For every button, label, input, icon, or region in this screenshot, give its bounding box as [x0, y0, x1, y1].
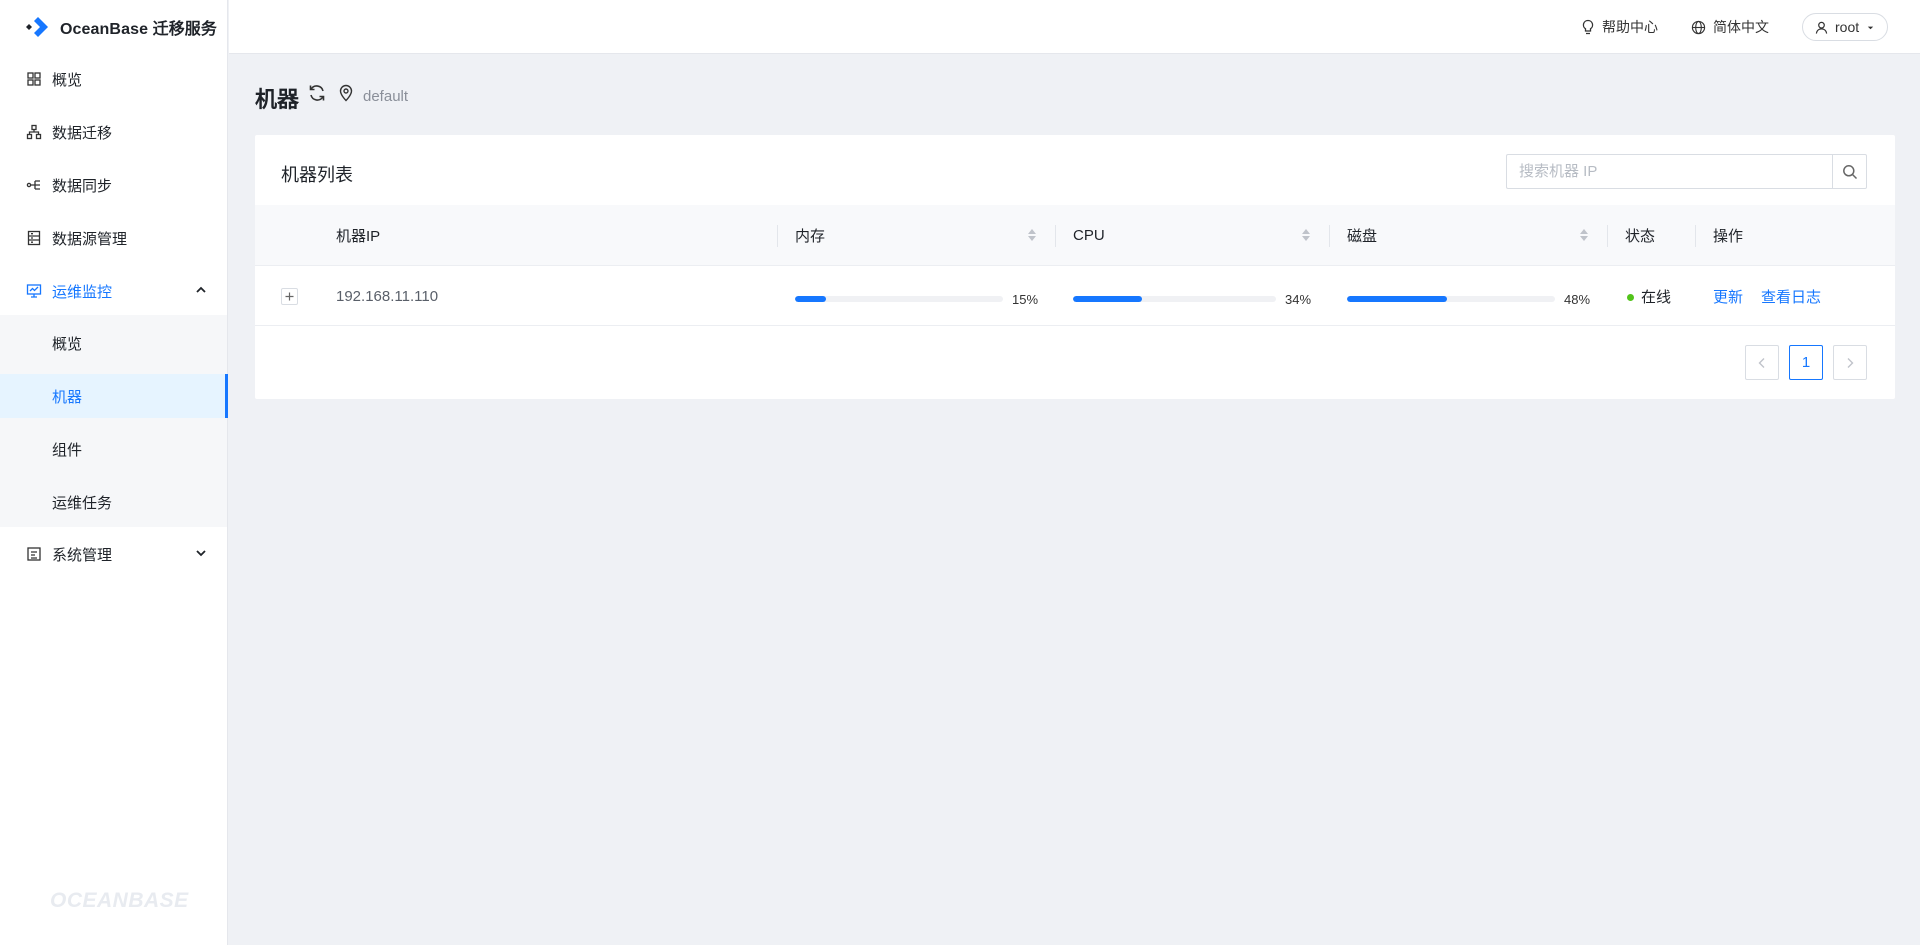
table-row: 192.168.11.110 15% 34% 48% 在线 更新 查看日志	[255, 267, 1895, 326]
sort-memory-icon[interactable]	[1027, 227, 1037, 243]
user-menu[interactable]: root	[1802, 13, 1889, 41]
sidebar-item-label: 概览	[52, 71, 83, 89]
submenu-item-machines[interactable]: 机器	[0, 374, 228, 418]
column-header-memory: 内存	[795, 228, 826, 245]
search-button[interactable]	[1832, 154, 1867, 189]
machine-ip: 192.168.11.110	[336, 288, 439, 305]
brand-watermark: OCEANBASE	[50, 889, 189, 912]
submenu-item-label: 概览	[52, 335, 83, 353]
status-label: 在线	[1641, 289, 1672, 306]
column-header-ip: 机器IP	[336, 228, 381, 245]
help-center-label: 帮助中心	[1602, 19, 1658, 35]
oceanbase-logo-icon	[26, 17, 48, 37]
column-header-status: 状态	[1625, 228, 1656, 245]
sort-disk-icon[interactable]	[1579, 227, 1589, 243]
submenu-item-ops-tasks[interactable]: 运维任务	[0, 480, 228, 524]
database-icon	[27, 230, 41, 246]
column-header-disk: 磁盘	[1347, 228, 1378, 245]
chevron-up-icon	[196, 286, 206, 293]
status-online-dot	[1627, 294, 1634, 301]
dashboard-icon	[27, 72, 41, 86]
expand-row-button[interactable]	[281, 288, 298, 305]
sidebar-item-system[interactable]: 系统管理	[0, 532, 228, 576]
chevron-left-icon	[1758, 357, 1765, 368]
cpu-usage-percent: 34%	[1285, 292, 1312, 307]
language-label: 简体中文	[1713, 19, 1769, 35]
chevron-right-icon	[1847, 357, 1854, 368]
cpu-usage-fill	[1073, 296, 1143, 302]
chevron-down-icon	[196, 550, 206, 557]
cpu-usage-bar	[1073, 296, 1276, 302]
column-divider	[1607, 225, 1608, 247]
update-link[interactable]: 更新	[1713, 267, 1743, 326]
sidebar-item-label: 运维监控	[52, 283, 113, 301]
disk-usage-percent: 48%	[1564, 292, 1591, 307]
search-icon	[1842, 164, 1857, 179]
pagination-next-button[interactable]	[1833, 345, 1867, 380]
help-center-link[interactable]: 帮助中心	[1581, 0, 1658, 54]
memory-usage-percent: 15%	[1012, 292, 1039, 307]
user-name: root	[1835, 19, 1860, 35]
column-divider	[1695, 225, 1696, 247]
refresh-icon[interactable]	[307, 83, 327, 103]
column-divider	[777, 225, 778, 247]
table-header: 机器IP 内存 CPU 磁盘 状态 操作	[255, 205, 1895, 266]
sitemap-icon	[26, 124, 42, 140]
sidebar-item-label: 数据源管理	[52, 230, 128, 248]
submenu-item-label: 组件	[52, 441, 83, 459]
machine-ip-search-input[interactable]	[1506, 154, 1832, 189]
user-icon	[1815, 21, 1828, 34]
location-label: default	[363, 88, 409, 105]
column-header-actions: 操作	[1713, 228, 1744, 245]
machine-search	[1506, 154, 1867, 189]
submenu-item-label: 运维任务	[52, 494, 113, 512]
sidebar-item-label: 数据同步	[52, 177, 113, 195]
column-divider	[1329, 225, 1330, 247]
sidebar-item-overview[interactable]: 概览	[0, 57, 228, 101]
sidebar: OceanBase 迁移服务 概览 数据迁移 数据同步 数据源管理 运维监控 概…	[0, 0, 228, 945]
sidebar-item-datasource[interactable]: 数据源管理	[0, 216, 228, 260]
column-divider	[1055, 225, 1056, 247]
page-title: 机器	[255, 87, 300, 112]
disk-usage-bar	[1347, 296, 1555, 302]
sync-icon	[26, 180, 40, 190]
memory-usage-bar	[795, 296, 1003, 302]
sort-cpu-icon[interactable]	[1301, 227, 1311, 243]
caret-down-icon	[1867, 26, 1874, 29]
submenu-item-label: 机器	[52, 388, 83, 406]
sidebar-item-data-sync[interactable]: 数据同步	[0, 163, 228, 207]
pagination-prev-button[interactable]	[1745, 345, 1779, 380]
disk-usage-fill	[1347, 296, 1447, 302]
lightbulb-icon	[1582, 19, 1594, 35]
sidebar-item-data-migration[interactable]: 数据迁移	[0, 110, 228, 154]
column-header-cpu: CPU	[1073, 227, 1105, 244]
top-bar: 帮助中心 简体中文 root	[229, 0, 1920, 54]
monitor-icon	[26, 284, 42, 298]
app-logo[interactable]: OceanBase 迁移服务	[0, 0, 227, 54]
sidebar-item-ops-monitor[interactable]: 运维监控	[0, 269, 228, 313]
language-switcher[interactable]: 简体中文	[1691, 0, 1769, 54]
submenu-item-components[interactable]: 组件	[0, 427, 228, 471]
sidebar-item-label: 系统管理	[52, 546, 113, 564]
card-title: 机器列表	[281, 165, 353, 185]
view-logs-link[interactable]: 查看日志	[1761, 267, 1821, 326]
globe-icon	[1691, 20, 1706, 34]
app-brand: OceanBase 迁移服务	[60, 21, 218, 38]
plus-icon	[285, 292, 294, 301]
machine-list-card: 机器列表 机器IP 内存 CPU 磁盘 状态 操作 192.168.11.110	[255, 135, 1895, 399]
memory-usage-fill	[795, 296, 827, 302]
sidebar-item-label: 数据迁移	[52, 124, 113, 142]
submenu-item-overview[interactable]: 概览	[0, 321, 228, 365]
pagination-page-1[interactable]: 1	[1789, 345, 1823, 380]
location-pin-icon	[339, 84, 353, 102]
system-icon	[27, 547, 41, 561]
